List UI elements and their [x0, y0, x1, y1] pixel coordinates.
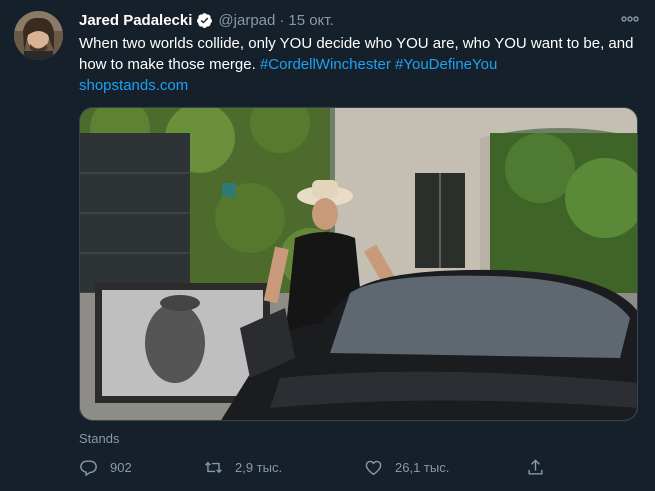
retweet-icon: [205, 461, 222, 474]
share-button[interactable]: [526, 458, 557, 477]
avatar[interactable]: [14, 11, 63, 60]
tweet-text: When two worlds collide, only YOU decide…: [79, 33, 639, 96]
external-link[interactable]: shopstands.com: [79, 77, 188, 94]
retweet-count: 2,9 тыс.: [235, 460, 283, 475]
retweet-button[interactable]: 2,9 тыс.: [204, 458, 282, 477]
share-icon: [528, 459, 543, 475]
heart-icon: [365, 460, 382, 476]
hashtag-link[interactable]: #YouDefineYou: [395, 56, 497, 73]
avatar-image: [14, 11, 63, 60]
tweet-photo[interactable]: [79, 107, 638, 421]
reply-count: 902: [110, 460, 132, 475]
verified-badge-icon: [196, 12, 213, 29]
reply-icon: [80, 460, 97, 477]
more-dots-icon[interactable]: [619, 10, 641, 28]
photo-image: [80, 108, 637, 420]
separator-dot: ·: [279, 11, 285, 29]
tweet-date[interactable]: 15 окт.: [288, 12, 333, 29]
author-name[interactable]: Jared Padalecki: [79, 12, 192, 29]
tweet-header: Jared Padalecki @jarpad · 15 окт.: [79, 10, 334, 30]
hashtag-link[interactable]: #CordellWinchester: [260, 56, 391, 73]
reply-button[interactable]: 902: [79, 458, 132, 477]
card-source[interactable]: Stands: [79, 431, 119, 446]
like-button[interactable]: 26,1 тыс.: [364, 458, 449, 477]
like-count: 26,1 тыс.: [395, 460, 450, 475]
author-handle[interactable]: @jarpad: [218, 12, 275, 29]
tweet-actions: 902 2,9 тыс. 26,1 тыс.: [79, 458, 559, 480]
